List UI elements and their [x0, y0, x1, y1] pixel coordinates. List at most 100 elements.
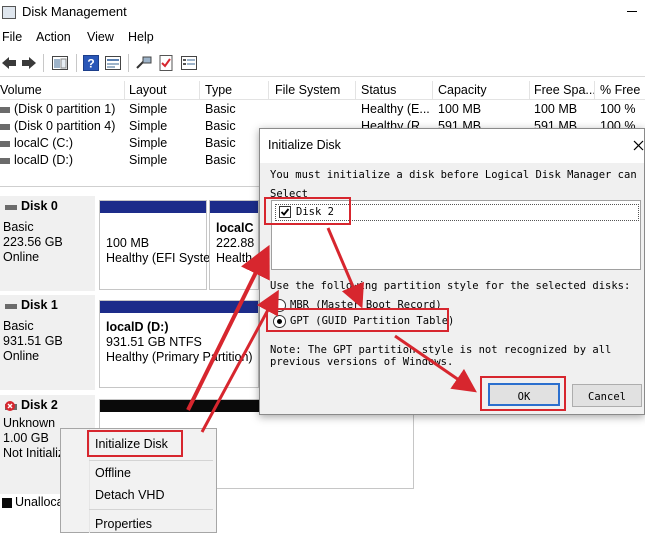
partition-name: localD (D:)	[106, 320, 169, 334]
disk-size: 223.56 GB	[3, 235, 63, 249]
disk-icon	[5, 304, 17, 309]
dialog-intro-text: You must initialize a disk before Logica…	[270, 169, 637, 181]
cell-layout: Simple	[129, 153, 168, 167]
column-divider	[432, 81, 433, 100]
partition-locald[interactable]: localD (D:) 931.51 GB NTFS Healthy (Prim…	[99, 300, 259, 388]
menu-view[interactable]: View	[87, 30, 114, 44]
partition-name: localC	[216, 221, 254, 235]
toolbar-separator	[128, 54, 129, 72]
menu-action[interactable]: Action	[36, 30, 71, 44]
disk-icon	[5, 205, 17, 210]
disk-type: Basic	[3, 319, 34, 333]
partition-status: Healthy (EFI Syste	[106, 251, 211, 265]
menu-help[interactable]: Help	[128, 30, 154, 44]
annotation-box-ok-button	[480, 376, 566, 411]
disk-management-app-icon	[2, 6, 16, 19]
cell-free-space: 100 MB	[534, 102, 578, 116]
window-title: Disk Management	[22, 4, 127, 19]
column-divider	[529, 81, 530, 100]
context-menu-separator	[89, 509, 213, 510]
column-header-layout[interactable]: Layout	[129, 83, 167, 97]
cell-percent-free: 100 %	[600, 102, 636, 116]
column-divider	[268, 81, 269, 100]
drive-icon	[0, 124, 10, 130]
disk-size: 1.00 GB	[3, 431, 49, 445]
column-divider	[199, 81, 200, 100]
cell-type: Basic	[205, 153, 236, 167]
legend-unallocated-label: Unalloca	[15, 495, 64, 509]
menu-item-properties[interactable]: Properties	[95, 517, 152, 531]
connect-icon[interactable]	[135, 54, 153, 72]
forward-arrow-icon[interactable]	[20, 54, 38, 72]
disk-name: Disk 1	[21, 298, 58, 312]
disk-type: Basic	[3, 220, 34, 234]
cell-layout: Simple	[129, 119, 168, 133]
properties-icon[interactable]	[104, 54, 122, 72]
cell-volume: localD (D:)	[14, 153, 74, 167]
toolbar-separator	[43, 54, 44, 72]
column-divider	[124, 81, 125, 100]
partition-status: Healthy (Primary Partition)	[106, 350, 253, 364]
disk-1-label[interactable]: Disk 1 Basic 931.51 GB Online	[0, 295, 95, 391]
column-header-percent-free[interactable]: % Free	[600, 83, 640, 97]
annotation-box-disk-2	[264, 197, 351, 225]
cell-layout: Simple	[129, 136, 168, 150]
cancel-button[interactable]: Cancel	[572, 384, 642, 407]
partition-status: Health	[216, 251, 253, 265]
cell-volume: localC (C:)	[14, 136, 74, 150]
column-header-volume[interactable]: Volume	[0, 83, 42, 97]
column-header-status[interactable]: Status	[361, 83, 396, 97]
disk-type: Unknown	[3, 416, 56, 430]
toolbar: ?	[0, 49, 645, 77]
menu-item-offline[interactable]: Offline	[95, 466, 131, 480]
partition-bar	[210, 201, 258, 213]
column-divider	[355, 81, 356, 100]
cell-type: Basic	[205, 136, 236, 150]
disk-unknown-icon	[5, 401, 17, 411]
close-icon[interactable]	[633, 140, 644, 151]
svg-text:?: ?	[87, 57, 94, 71]
dialog-title: Initialize Disk	[268, 138, 341, 152]
partition-size: 222.88	[216, 236, 255, 250]
menu-item-detach-vhd[interactable]: Detach VHD	[95, 488, 164, 502]
partition-localc[interactable]: localC 222.88 Health	[209, 200, 259, 290]
list-icon[interactable]	[180, 54, 198, 72]
disk-size: 931.51 GB	[3, 334, 63, 348]
annotation-box-gpt-option	[266, 308, 449, 332]
annotation-box-initialize-disk	[87, 430, 183, 457]
column-divider	[594, 81, 595, 100]
console-icon[interactable]	[51, 54, 69, 72]
help-icon[interactable]: ?	[82, 54, 100, 72]
menu-bar: File Action View Help	[0, 27, 645, 47]
column-header-free-space[interactable]: Free Spa...	[534, 83, 596, 97]
volume-table-header: Volume Layout Type File System Status Ca…	[0, 81, 645, 100]
cell-status: Healthy (E...	[361, 102, 430, 116]
cell-type: Basic	[205, 102, 236, 116]
title-bar: Disk Management	[0, 0, 645, 26]
partition-bar	[100, 201, 206, 213]
column-header-type[interactable]: Type	[205, 83, 232, 97]
legend-unallocated-swatch	[2, 498, 12, 508]
back-arrow-icon[interactable]	[0, 54, 18, 72]
partition-size: 931.51 GB NTFS	[106, 335, 202, 349]
dialog-note-line-2: previous versions of Windows.	[270, 356, 454, 368]
drive-icon	[0, 107, 10, 113]
cell-volume: (Disk 0 partition 4)	[14, 119, 116, 133]
cell-layout: Simple	[129, 102, 168, 116]
cell-type: Basic	[205, 119, 236, 133]
disk-name: Disk 0	[21, 199, 58, 213]
disk-name: Disk 2	[21, 398, 58, 412]
menu-file[interactable]: File	[2, 30, 22, 44]
column-header-capacity[interactable]: Capacity	[438, 83, 487, 97]
table-row[interactable]: (Disk 0 partition 1) Simple Basic Health…	[0, 101, 645, 118]
cell-capacity: 100 MB	[438, 102, 482, 116]
drive-icon	[0, 158, 10, 164]
disk-status: Not Initializ	[3, 446, 65, 460]
drive-icon	[0, 141, 10, 147]
initialize-disk-dialog: Initialize Disk You must initialize a di…	[259, 128, 645, 415]
partition-efi[interactable]: 100 MB Healthy (EFI Syste	[99, 200, 211, 290]
column-header-file-system[interactable]: File System	[275, 83, 340, 97]
check-icon[interactable]	[157, 54, 175, 72]
minimize-button[interactable]	[620, 0, 645, 22]
disk-0-label[interactable]: Disk 0 Basic 223.56 GB Online	[0, 196, 95, 292]
